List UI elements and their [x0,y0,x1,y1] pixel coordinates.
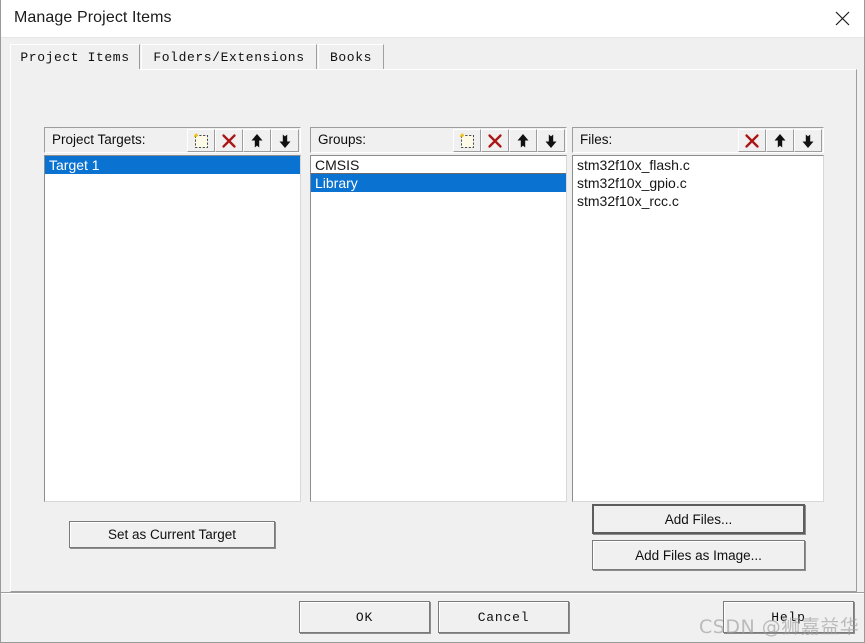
files-label: Files: [580,132,613,147]
tab-project-items[interactable]: Project Items [10,44,140,70]
groups-header: Groups: [310,127,567,153]
list-item[interactable]: stm32f10x_gpio.c [573,174,823,192]
tab-label: Project Items [20,50,130,65]
list-item[interactable]: stm32f10x_flash.c [573,156,823,174]
move-up-icon[interactable] [766,129,794,152]
add-files-as-image-label: Add Files as Image... [635,547,762,563]
active-tab-seam [11,69,140,72]
tab-books[interactable]: Books [318,44,384,70]
move-down-icon[interactable] [794,129,822,152]
help-label: Help [771,609,806,625]
set-as-current-target-label: Set as Current Target [107,527,237,542]
project-targets-header: Project Targets: [44,127,301,153]
move-down-icon[interactable] [271,129,299,152]
project-items-tab-page: Project Targets: Target 1 Set as Current… [10,69,857,592]
cancel-label: Cancel [477,609,530,625]
tab-label: Books [329,50,372,65]
tab-strip: Project Items Folders/Extensions Books [10,44,857,72]
delete-icon[interactable] [481,129,509,152]
files-header: Files: [572,127,824,153]
new-item-icon[interactable] [453,129,481,152]
move-up-icon[interactable] [243,129,271,152]
files-toolbar [738,129,822,153]
list-item[interactable]: stm32f10x_rcc.c [573,192,823,210]
dialog-button-bar: OK Cancel Help [1,592,864,642]
set-as-current-target-button[interactable]: Set as Current Target [69,521,275,548]
groups-toolbar [453,129,565,153]
tab-label: Folders/Extensions [153,50,305,65]
groups-list[interactable]: CMSIS Library [310,155,567,502]
groups-label: Groups: [318,132,367,147]
move-down-icon[interactable] [537,129,565,152]
project-targets-label: Project Targets: [52,132,146,147]
new-item-icon[interactable] [187,129,215,152]
project-targets-list[interactable]: Target 1 [44,155,301,502]
add-files-as-image-button[interactable]: Add Files as Image... [592,540,805,570]
ok-label: OK [355,609,374,625]
manage-project-items-dialog: Manage Project Items Project Items Folde… [0,0,865,643]
add-files-label: Add Files... [664,511,733,527]
title-bar: Manage Project Items [1,0,864,38]
ok-button[interactable]: OK [299,601,430,633]
window-title: Manage Project Items [14,9,172,26]
add-files-button[interactable]: Add Files... [592,504,805,534]
list-item[interactable]: Target 1 [45,156,300,174]
cancel-button[interactable]: Cancel [438,601,569,633]
help-button[interactable]: Help [723,601,854,633]
files-list[interactable]: stm32f10x_flash.c stm32f10x_gpio.c stm32… [572,155,824,502]
project-targets-toolbar [187,129,299,153]
delete-icon[interactable] [215,129,243,152]
move-up-icon[interactable] [509,129,537,152]
list-item[interactable]: Library [311,174,566,192]
list-item[interactable]: CMSIS [311,156,566,174]
tab-folders-extensions[interactable]: Folders/Extensions [141,44,317,70]
close-icon[interactable] [819,0,864,37]
delete-icon[interactable] [738,129,766,152]
